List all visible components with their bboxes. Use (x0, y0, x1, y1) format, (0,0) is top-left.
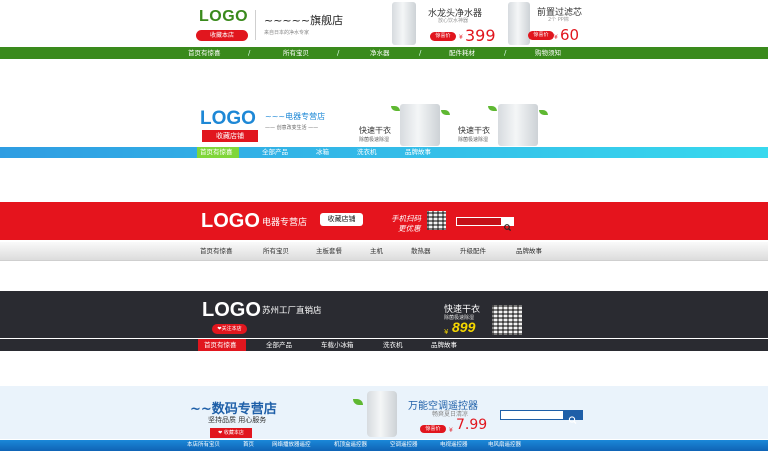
banner5-nav-item-fan-remote[interactable]: 电风扇遥控器 (488, 440, 521, 451)
banner4-nav-item-all[interactable]: 全部产品 (266, 339, 292, 351)
search-icon (504, 224, 512, 232)
banner1-shop-tagline: 来自日本的净水专家 (264, 30, 310, 36)
banner5-price: 7.99 (456, 417, 488, 433)
banner3-nav-item-all[interactable]: 所有宝贝 (263, 242, 289, 261)
banner1-product2-currency: ¥ (554, 34, 558, 41)
banner3-qr-code (427, 211, 446, 230)
banner4-price: 899 (452, 319, 476, 335)
banner5-tagline: 坚持品质 用心服务 (208, 416, 267, 424)
banner3-nav-item-host[interactable]: 主机 (370, 242, 383, 261)
banner2-product1-image[interactable] (400, 104, 440, 146)
banner1-product1-price: 399 (465, 26, 496, 45)
leaf-icon (539, 110, 548, 115)
banner1-nav-separator: / (248, 49, 251, 57)
banner1-nav-item-parts[interactable]: 配件耗材 (449, 47, 475, 59)
banner3-search-button[interactable] (501, 217, 514, 232)
banner1-shop-name: ~~~~~旗舰店 (264, 14, 344, 27)
banner1-nav-item-purifier[interactable]: 净水器 (370, 47, 390, 59)
banner2-nav-item-washer[interactable]: 洗衣机 (357, 147, 377, 158)
banner3-logo: LOGO (201, 210, 260, 232)
banner1-nav-separator: / (419, 49, 422, 57)
leaf-icon (391, 106, 400, 111)
banner3-shop-name: 电器专营店 (262, 218, 308, 228)
banner1-product2-image[interactable] (508, 2, 530, 45)
banner2-nav-item-fridge[interactable]: 冰箱 (316, 147, 329, 158)
banner3-favorite-button[interactable]: 收藏店铺 (320, 213, 363, 226)
banner4-nav-item-story[interactable]: 品牌故事 (431, 339, 457, 351)
banner1-favorite-button[interactable]: 收藏本店 (196, 30, 248, 41)
banner1-product2-price: 60 (560, 26, 580, 44)
banner1-nav-item-home[interactable]: 首页有惊喜 (188, 47, 221, 59)
banner4-shop-name: 苏州工厂直销店 (262, 306, 322, 316)
banner2-shop-tagline: —— 创意改变生活 —— (265, 125, 319, 131)
banner5-favorite-button[interactable]: ❤ 收藏本店 (210, 428, 252, 438)
banner2-nav-item-all[interactable]: 全部产品 (262, 147, 288, 158)
banner1-product1-sub: 放心饮水神器 (438, 18, 469, 24)
banner1-product1-currency: ¥ (459, 34, 463, 41)
banner4-nav-item-car-fridge[interactable]: 车载小冰箱 (321, 339, 354, 351)
banner3-nav-item-upgrade[interactable]: 升级配件 (460, 242, 486, 261)
banner3-nav-item-cooler[interactable]: 散热器 (411, 242, 431, 261)
banner2-product2-image[interactable] (498, 104, 538, 146)
banner2-product2-text: 快速干衣 (458, 126, 490, 135)
banner4-nav-item-home[interactable]: 首页有惊喜 (204, 339, 237, 351)
banner1-nav-bar: 首页有惊喜 / 所有宝贝 / 净水器 / 配件耗材 / 购物须知 (0, 47, 768, 59)
banner3-nav-item-home[interactable]: 首页有惊喜 (200, 242, 233, 261)
banner1-divider (255, 10, 256, 40)
banner5-currency: ¥ (449, 427, 453, 434)
banner1-logo: LOGO (199, 8, 249, 25)
banner4-currency: ¥ (444, 328, 449, 336)
banner5-nav-item-player-remote[interactable]: 网络播放器遥控 (272, 440, 311, 451)
banner5-nav-item-all[interactable]: 本店所有宝贝 (187, 440, 220, 451)
banner4-nav-items: 首页有惊喜 全部产品 车载小冰箱 洗衣机 品牌故事 (0, 339, 768, 351)
banner2-shop-name: ~~~电器专营店 (265, 112, 326, 121)
banner1-nav-separator: / (504, 49, 507, 57)
banner2-product1-sub: 除菌极速除湿 (359, 137, 390, 143)
banner3-nav-bar: 首页有惊喜 所有宝贝 主板套餐 主机 散热器 升级配件 品牌故事 (0, 242, 768, 261)
banner4-header-bar (0, 291, 768, 338)
banner3-nav-item-bundle[interactable]: 主板套餐 (316, 242, 342, 261)
banner2-nav-items: 首页有惊喜 全部产品 冰箱 洗衣机 品牌故事 (0, 147, 768, 158)
banner5-nav-item-tv-remote[interactable]: 电视遥控器 (440, 440, 468, 451)
banner1-product1-image[interactable] (392, 2, 416, 45)
banner2-favorite-button[interactable]: 收藏店铺 (202, 130, 258, 142)
banner1-nav-separator: / (337, 49, 340, 57)
banner4-logo: LOGO (202, 299, 261, 321)
banner1-nav-item-guide[interactable]: 购物须知 (535, 47, 561, 59)
banner4-qr-code (492, 305, 522, 335)
banner2-nav-item-story[interactable]: 品牌故事 (405, 147, 431, 158)
leaf-icon (441, 110, 450, 115)
banner5-price-tag: 惊喜价 (420, 425, 446, 433)
banner4-nav-item-washer[interactable]: 洗衣机 (383, 339, 403, 351)
banner2-product1-text: 快速干衣 (359, 126, 391, 135)
leaf-icon (488, 106, 497, 111)
banner5-nav-item-home[interactable]: 首页 (243, 440, 254, 451)
banner3-scan-subtext: 更优惠 (398, 224, 421, 233)
banner2-logo: LOGO (200, 108, 256, 129)
banner5-product-image[interactable] (367, 391, 397, 437)
banner1-product2-sub: 2个 PP棉 (548, 17, 569, 23)
banner1-product1-tag: 惊喜价 (430, 32, 456, 41)
banner3-header-bar (0, 202, 768, 240)
search-icon (568, 416, 577, 424)
banner5-search-button[interactable] (563, 410, 583, 424)
banner5-nav-item-settop-remote[interactable]: 机顶盒遥控器 (334, 440, 367, 451)
banner2-product2-sub: 除菌极速除湿 (458, 137, 489, 143)
banner5-nav-item-ac-remote[interactable]: 空调遥控器 (390, 440, 418, 451)
banner5-nav-bar: 本店所有宝贝 首页 网络播放器遥控 机顶盒遥控器 空调遥控器 电视遥控器 电风扇… (0, 440, 768, 451)
banner1-nav-item-all[interactable]: 所有宝贝 (283, 47, 309, 59)
banner1-product2-tag: 惊喜价 (528, 31, 554, 40)
banner3-nav-item-story[interactable]: 品牌故事 (516, 242, 542, 261)
banner4-follow-button[interactable]: ❤关注本店 (212, 324, 247, 334)
banner2-nav-item-home[interactable]: 首页有惊喜 (200, 147, 233, 158)
